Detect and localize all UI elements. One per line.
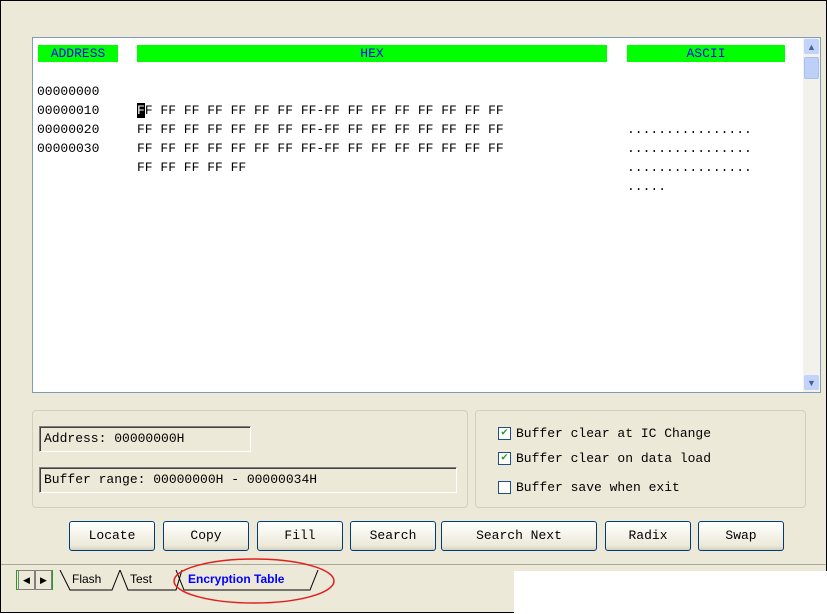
scroll-up-icon[interactable]: ▲	[804, 39, 819, 54]
buffer-range-field: Buffer range: 00000000H - 00000034H	[39, 467, 457, 493]
address-field: Address: 00000000H	[39, 426, 251, 452]
scroll-thumb[interactable]	[804, 57, 819, 79]
tab-encryption-table[interactable]: Encryption Table	[188, 572, 284, 586]
search-next-button[interactable]: Search Next	[441, 521, 597, 551]
row-address: 00000030	[37, 141, 100, 156]
row-ascii: ................	[627, 160, 752, 175]
app-window: ADDRESS HEX ASCII 00000000 FF FF FF FF F…	[0, 0, 827, 614]
hex-cursor: F	[137, 103, 145, 118]
hex-values[interactable]: FF FF FF FF FF FF FF FF-FF FF FF FF FF F…	[137, 139, 504, 158]
buffer-clear-ic-change-checkbox[interactable]: ✔ Buffer clear at IC Change	[498, 426, 711, 441]
hex-values: F FF FF FF FF FF FF FF-FF FF FF FF FF FF…	[144, 103, 504, 118]
checkbox-label: Buffer clear at IC Change	[516, 426, 712, 441]
swap-button[interactable]: Swap	[698, 521, 784, 551]
search-button[interactable]: Search	[350, 521, 436, 551]
checkbox-label: Buffer save when exit	[516, 480, 680, 495]
fill-button[interactable]: Fill	[257, 521, 343, 551]
copy-button[interactable]: Copy	[163, 521, 249, 551]
hex-row: 00000030 FF FF FF FF FF .....	[37, 120, 666, 194]
hex-editor-panel[interactable]: ADDRESS HEX ASCII 00000000 FF FF FF FF F…	[32, 37, 821, 393]
buffer-clear-data-load-checkbox[interactable]: ✔ Buffer clear on data load	[498, 451, 711, 466]
status-divider	[1, 564, 826, 565]
radix-button[interactable]: Radix	[605, 521, 691, 551]
ascii-header: ASCII	[627, 45, 785, 62]
checkbox-unchecked-icon	[498, 481, 511, 494]
blank-area	[514, 571, 827, 614]
hex-values[interactable]: FF FF FF FF FF FF FF FF-FF FF FF FF FF F…	[137, 120, 504, 139]
scroll-down-icon[interactable]: ▼	[804, 375, 819, 390]
locate-button[interactable]: Locate	[69, 521, 155, 551]
info-group	[32, 410, 468, 508]
hex-bytes[interactable]: FF FF FF FF FF FF FF FF-FF FF FF FF FF F…	[137, 101, 504, 120]
row-ascii: ................	[627, 122, 752, 137]
buffer-save-exit-checkbox[interactable]: Buffer save when exit	[498, 480, 680, 495]
hex-row: 00000010 FF FF FF FF FF FF FF FF-FF FF F…	[37, 82, 752, 156]
checkbox-label: Buffer clear on data load	[516, 451, 712, 466]
tab-flash[interactable]: Flash	[72, 572, 101, 586]
hex-values[interactable]: FF FF FF FF FF	[137, 158, 246, 177]
row-ascii: .....	[627, 179, 667, 194]
hex-row: 00000020 FF FF FF FF FF FF FF FF-FF FF F…	[37, 101, 752, 175]
hex-row: 00000000 FF FF FF FF FF FF FF FF-FF FF F…	[37, 63, 752, 137]
checkbox-checked-icon: ✔	[498, 452, 511, 465]
tab-outlines	[59, 570, 319, 591]
row-ascii: ................	[627, 141, 752, 156]
tab-test[interactable]: Test	[130, 572, 152, 586]
address-header: ADDRESS	[38, 45, 118, 62]
checkbox-checked-icon: ✔	[498, 427, 511, 440]
vertical-scrollbar[interactable]: ▲ ▼	[803, 38, 820, 392]
hex-header: HEX	[137, 45, 607, 62]
